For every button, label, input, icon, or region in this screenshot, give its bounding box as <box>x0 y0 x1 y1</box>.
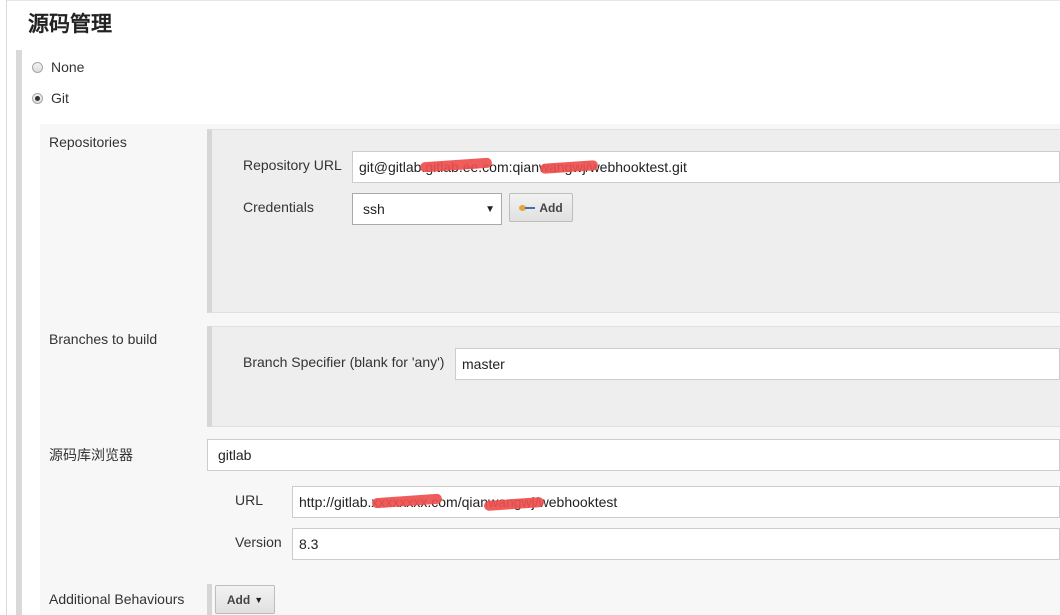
credentials-label: Credentials <box>243 199 314 215</box>
additional-divider <box>207 584 212 615</box>
caret-down-icon: ▼ <box>485 203 495 215</box>
radio-option-none[interactable]: None <box>32 59 84 75</box>
section-title: 源码管理 <box>28 13 112 36</box>
radio-none-icon[interactable] <box>32 61 43 73</box>
credentials-value: ssh <box>363 201 385 217</box>
page-top-border <box>6 0 1060 1</box>
repo-browser-select[interactable]: gitlab <box>207 439 1060 471</box>
caret-down-icon: ▼ <box>254 594 264 605</box>
branch-specifier-value: master <box>462 356 505 372</box>
additional-add-label: Add <box>226 592 251 607</box>
additional-add-button[interactable]: Add ▼ <box>215 585 275 614</box>
version-value: 8.3 <box>299 536 319 552</box>
radio-git-icon[interactable] <box>32 92 43 104</box>
branch-specifier-input[interactable]: master <box>455 348 1060 380</box>
repository-url-value: git@gitlab.gitlab.ee.com:qianwangwj/webh… <box>359 159 687 175</box>
credentials-add-button[interactable]: Add <box>509 193 573 222</box>
radio-git-label: Git <box>51 90 69 106</box>
section-indent-bar <box>16 50 22 615</box>
page-left-border <box>6 0 7 615</box>
key-icon <box>519 203 536 213</box>
radio-none-label: None <box>51 59 85 75</box>
additional-behaviours-label: Additional Behaviours <box>49 591 185 607</box>
repo-browser-value: gitlab <box>218 447 252 463</box>
credentials-add-label: Add <box>539 200 563 215</box>
browser-url-value: http://gitlab.xxxxxxxx.com/qianwangwj/we… <box>299 494 618 510</box>
radio-option-git[interactable]: Git <box>32 90 69 106</box>
browser-url-label: URL <box>235 492 264 508</box>
repository-url-label: Repository URL <box>243 157 342 173</box>
version-input[interactable]: 8.3 <box>292 528 1060 560</box>
version-label: Version <box>235 534 282 550</box>
repositories-label: Repositories <box>49 134 127 150</box>
branch-specifier-label: Branch Specifier (blank for 'any') <box>243 354 445 370</box>
branches-label: Branches to build <box>49 331 158 347</box>
repo-browser-label: 源码库浏览器 <box>49 447 133 463</box>
credentials-select[interactable]: ssh ▼ <box>352 193 502 225</box>
